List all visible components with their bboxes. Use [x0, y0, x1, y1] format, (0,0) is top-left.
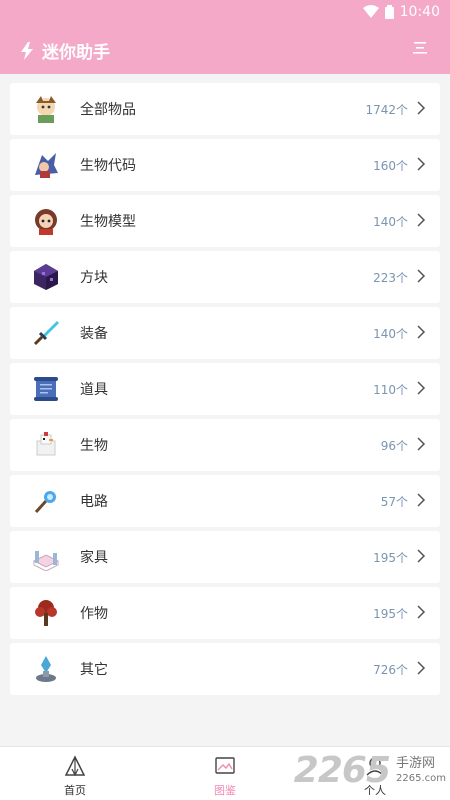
wand-icon — [34, 491, 56, 514]
category-count: 223个 — [373, 271, 408, 285]
status-bar: 10:40 — [0, 0, 450, 24]
tent-icon — [64, 755, 86, 777]
category-count: 195个 — [373, 607, 408, 621]
category-label: 道具 — [80, 382, 108, 398]
category-all-items[interactable]: 全部物品 1742个 — [10, 83, 440, 135]
bed-icon — [32, 551, 60, 571]
category-label: 生物模型 — [80, 214, 136, 230]
category-count: 96个 — [380, 439, 408, 453]
category-creature-code[interactable]: 生物代码 160个 — [10, 139, 440, 191]
category-creatures[interactable]: 生物 96个 — [10, 419, 440, 471]
tree-icon — [35, 600, 57, 626]
category-label: 其它 — [80, 662, 108, 678]
chevron-right-icon — [417, 381, 426, 395]
category-label: 生物 — [80, 438, 108, 454]
character-icon — [36, 96, 56, 123]
category-furniture[interactable]: 家具 195个 — [10, 531, 440, 583]
image-icon — [215, 757, 235, 774]
character-icon — [35, 153, 58, 178]
category-count: 195个 — [373, 551, 408, 565]
app-bar: 迷你助手 — [0, 24, 450, 74]
chevron-right-icon — [417, 493, 426, 507]
category-blocks[interactable]: 方块 223个 — [10, 251, 440, 303]
category-others[interactable]: 其它 726个 — [10, 643, 440, 695]
battery-icon — [384, 5, 394, 19]
watermark-text: 手游网 — [396, 755, 436, 771]
tab-atlas[interactable]: 图鉴 — [190, 755, 260, 798]
chevron-right-icon — [417, 269, 426, 283]
tab-home[interactable]: 首页 — [40, 755, 110, 798]
category-count: 140个 — [373, 215, 408, 229]
category-circuits[interactable]: 电路 57个 — [10, 475, 440, 527]
category-equipment[interactable]: 装备 140个 — [10, 307, 440, 359]
chevron-right-icon — [417, 661, 426, 675]
chevron-right-icon — [417, 549, 426, 563]
tab-label: 首页 — [64, 784, 86, 797]
chevron-right-icon — [417, 325, 426, 339]
category-label: 方块 — [80, 270, 108, 286]
category-crops[interactable]: 作物 195个 — [10, 587, 440, 639]
category-count: 1742个 — [365, 103, 408, 117]
category-props[interactable]: 道具 110个 — [10, 363, 440, 415]
chevron-right-icon — [417, 213, 426, 227]
category-count: 110个 — [373, 383, 408, 397]
category-label: 生物代码 — [80, 158, 136, 174]
sword-icon — [33, 321, 59, 346]
character-icon — [35, 209, 57, 235]
chevron-right-icon — [417, 605, 426, 619]
category-count: 726个 — [373, 663, 408, 677]
crystal-icon — [36, 656, 56, 682]
category-label: 家具 — [80, 550, 108, 566]
category-count: 140个 — [373, 327, 408, 341]
category-count: 160个 — [373, 159, 408, 173]
menu-icon[interactable] — [412, 40, 428, 56]
category-list: 全部物品 1742个 生物代码 160个 生物模型 140个 方块 223个 装… — [10, 83, 440, 699]
scroll-icon — [34, 377, 58, 401]
wifi-icon — [362, 5, 379, 18]
app-title: 迷你助手 — [42, 43, 110, 63]
chevron-right-icon — [417, 157, 426, 171]
category-creature-model[interactable]: 生物模型 140个 — [10, 195, 440, 247]
watermark: 2265 手游网 2265.com — [294, 750, 446, 791]
chevron-right-icon — [417, 101, 426, 115]
tab-label: 图鉴 — [214, 784, 236, 797]
chicken-icon — [36, 432, 56, 456]
watermark-domain: 2265.com — [396, 772, 446, 784]
status-time: 10:40 — [399, 4, 440, 20]
lightning-icon — [21, 41, 33, 60]
category-label: 装备 — [80, 326, 108, 342]
block-icon — [34, 264, 58, 290]
category-label: 作物 — [80, 606, 108, 622]
category-count: 57个 — [380, 495, 408, 509]
watermark-number: 2265 — [293, 750, 391, 791]
category-label: 全部物品 — [80, 102, 136, 118]
category-label: 电路 — [80, 494, 108, 510]
chevron-right-icon — [417, 437, 426, 451]
